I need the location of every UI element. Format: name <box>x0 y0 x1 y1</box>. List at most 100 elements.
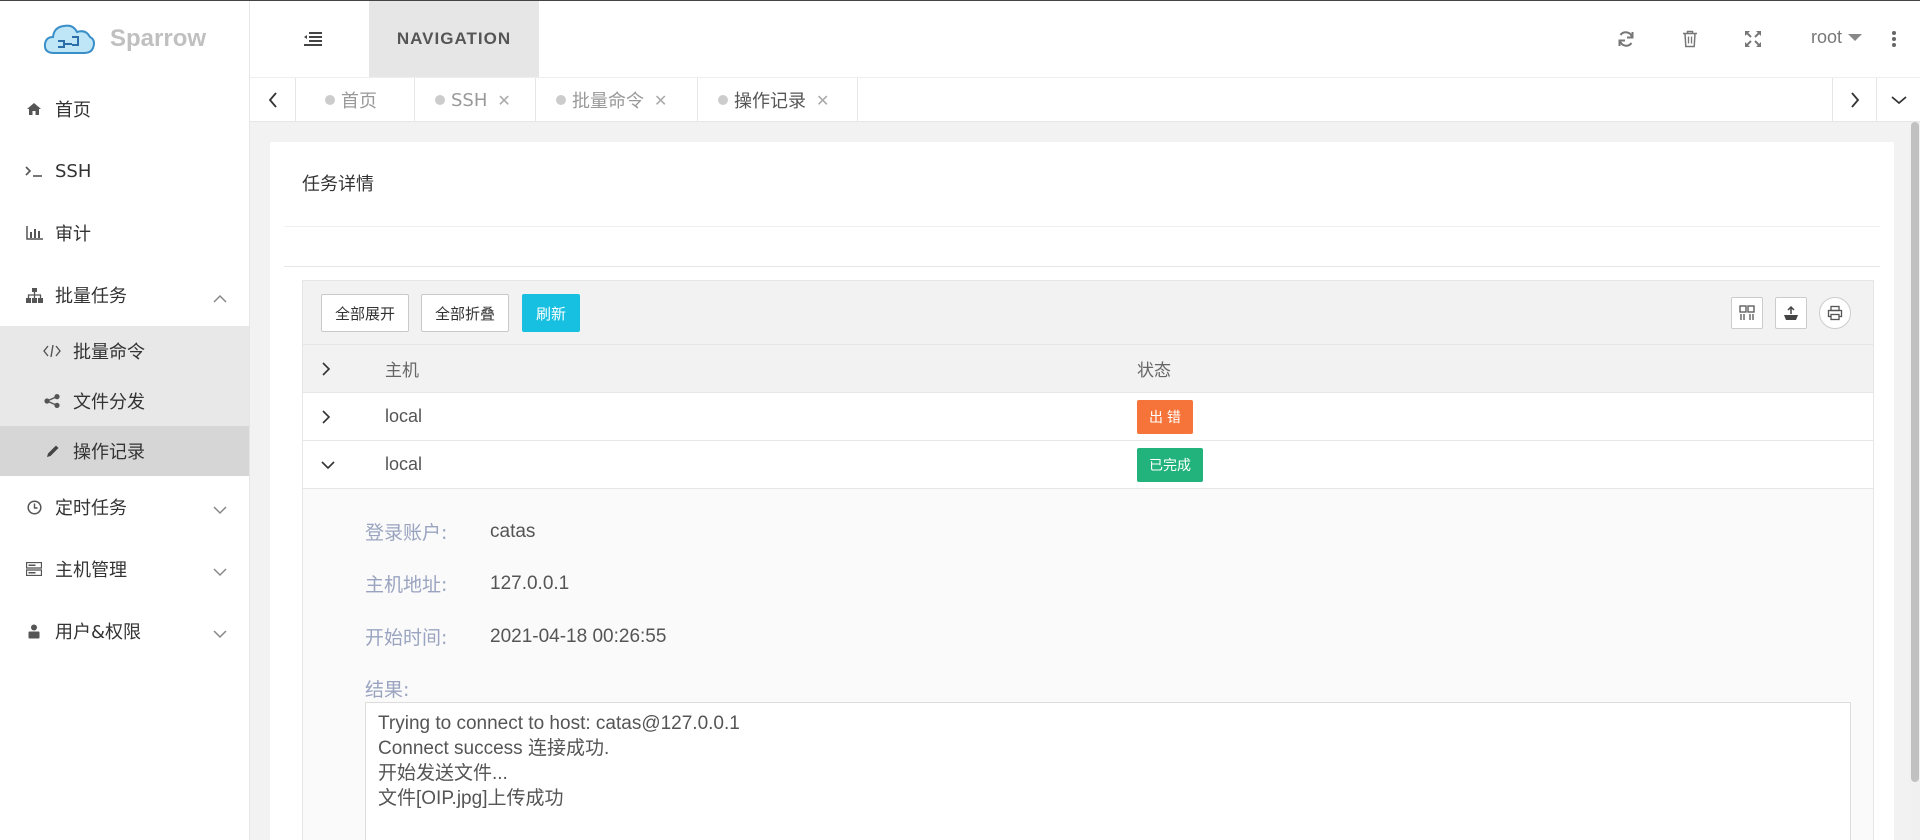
sidebar-item-label: 用户&权限 <box>55 622 142 643</box>
task-table: 全部展开 全部折叠 刷新 主机 状态 local 出 错 local 已完成 登… <box>302 280 1874 840</box>
chevron-up-icon <box>213 287 227 308</box>
tab-batch-command[interactable]: 批量命令 ✕ <box>536 78 698 122</box>
detail-value: 2021-04-18 00:26:55 <box>490 625 667 647</box>
expand-all-button[interactable]: 全部展开 <box>321 294 410 332</box>
tabs-scroll-left-button[interactable] <box>250 78 296 122</box>
close-icon[interactable]: ✕ <box>816 91 829 110</box>
sidebar-item-operation-log[interactable]: 操作记录 <box>0 426 249 476</box>
tab-label: 批量命令 <box>572 91 644 112</box>
tabs-scroll-right-button[interactable] <box>1832 78 1876 122</box>
more-vertical-icon[interactable] <box>1882 27 1906 51</box>
clock-icon <box>24 499 44 515</box>
collapse-all-button[interactable]: 全部折叠 <box>421 294 510 332</box>
status-badge: 已完成 <box>1137 447 1203 482</box>
sitemap-icon <box>24 287 44 303</box>
chevron-right-icon <box>1850 92 1859 108</box>
chevron-down-icon <box>213 499 227 520</box>
status-cell: 出 错 <box>1137 393 1193 440</box>
chevron-down-icon <box>213 623 227 644</box>
export-icon[interactable] <box>1775 297 1807 329</box>
home-icon <box>24 102 44 116</box>
status-cell: 已完成 <box>1137 441 1203 488</box>
collapse-row-icon[interactable] <box>321 441 335 488</box>
close-icon[interactable]: ✕ <box>654 91 667 110</box>
share-icon <box>42 394 62 408</box>
sidebar-item-label: 首页 <box>55 100 91 121</box>
main-content: 任务详情 全部展开 全部折叠 刷新 主机 状态 local 出 错 local … <box>250 122 1920 840</box>
tab-label: 操作记录 <box>734 91 806 112</box>
column-header-status[interactable]: 状态 <box>1137 345 1171 392</box>
tab-dot-icon <box>435 95 445 105</box>
result-line: Connect success 连接成功. <box>378 738 610 759</box>
table-header: 主机 状态 <box>303 345 1873 393</box>
caret-down-icon <box>1848 34 1863 41</box>
cloud-logo-icon <box>43 24 95 54</box>
chevron-down-icon <box>213 561 227 582</box>
result-line: Trying to connect to host: catas@127.0.0… <box>378 713 740 734</box>
detail-value: 127.0.0.1 <box>490 572 570 594</box>
refresh-icon[interactable] <box>1614 27 1638 51</box>
sidebar-item-batch-tasks[interactable]: 批量任务 <box>0 264 249 326</box>
scrollbar-thumb[interactable] <box>1911 122 1919 782</box>
navigation-tab[interactable]: NAVIGATION <box>369 1 539 77</box>
table-row[interactable]: local 出 错 <box>303 393 1873 441</box>
logo[interactable]: Sparrow <box>0 0 249 78</box>
task-detail-card: 任务详情 全部展开 全部折叠 刷新 主机 状态 local 出 错 local … <box>270 142 1894 840</box>
detail-label: 登录账户: <box>365 522 448 544</box>
sidebar-item-label: 文件分发 <box>73 392 145 413</box>
sidebar: Sparrow 首页 SSH 审计 批量任务 批量命令 文件分发 操作记录 定时… <box>0 0 250 840</box>
print-icon[interactable] <box>1819 297 1851 329</box>
detail-label: 结果: <box>365 679 410 701</box>
batch-tasks-submenu: 批量命令 文件分发 操作记录 <box>0 326 249 476</box>
close-icon[interactable]: ✕ <box>497 91 510 110</box>
sidebar-item-file-distribution[interactable]: 文件分发 <box>0 376 249 426</box>
detail-start-time-row: 开始时间: 2021-04-18 00:26:55 <box>365 623 666 650</box>
user-menu[interactable]: root <box>1811 27 1863 48</box>
result-line: 开始发送文件... <box>378 763 508 784</box>
sidebar-item-audit[interactable]: 审计 <box>0 202 249 264</box>
chevron-right-icon <box>321 345 331 392</box>
sidebar-item-batch-command[interactable]: 批量命令 <box>0 326 249 376</box>
column-header-host[interactable]: 主机 <box>385 345 419 392</box>
tab-home[interactable]: 首页 <box>297 78 415 122</box>
columns-icon[interactable] <box>1731 297 1763 329</box>
detail-label: 主机地址: <box>365 574 448 596</box>
tab-operation-log[interactable]: 操作记录 ✕ <box>698 78 858 122</box>
tab-label: SSH <box>451 89 488 111</box>
app-name: Sparrow <box>110 25 207 52</box>
tab-label: 首页 <box>341 91 377 112</box>
sidebar-item-label: 审计 <box>55 224 91 245</box>
status-badge: 出 错 <box>1137 399 1193 434</box>
sidebar-item-ssh[interactable]: SSH <box>0 140 249 202</box>
sidebar-item-host-management[interactable]: 主机管理 <box>0 538 249 600</box>
result-output[interactable]: Trying to connect to host: catas@127.0.0… <box>365 702 1851 840</box>
fullscreen-icon[interactable] <box>1741 27 1765 51</box>
sidebar-toggle-icon[interactable] <box>304 31 322 50</box>
pencil-icon <box>42 444 62 459</box>
host-cell: local <box>385 406 423 426</box>
tab-ssh[interactable]: SSH ✕ <box>415 78 536 122</box>
result-line: 文件[OIP.jpg]上传成功 <box>378 788 564 809</box>
refresh-button[interactable]: 刷新 <box>522 294 581 332</box>
sidebar-item-home[interactable]: 首页 <box>0 78 249 140</box>
tab-dot-icon <box>556 95 566 105</box>
username: root <box>1811 27 1843 47</box>
table-row[interactable]: local 已完成 <box>303 441 1873 489</box>
tabs-menu-button[interactable] <box>1876 78 1920 122</box>
tab-dot-icon <box>718 95 728 105</box>
top-header: NAVIGATION root <box>250 1 1920 77</box>
sidebar-item-scheduled-tasks[interactable]: 定时任务 <box>0 476 249 538</box>
divider <box>284 226 1880 227</box>
divider <box>284 266 1880 267</box>
user-lock-icon <box>24 624 44 639</box>
expand-row-icon[interactable] <box>321 393 331 440</box>
row-detail-panel: 登录账户: catas 主机地址: 127.0.0.1 开始时间: 2021-0… <box>303 489 1873 840</box>
bar-chart-icon <box>24 226 44 240</box>
sidebar-item-users-permissions[interactable]: 用户&权限 <box>0 600 249 662</box>
trash-icon[interactable] <box>1678 27 1702 51</box>
tab-dot-icon <box>325 95 335 105</box>
scrollbar[interactable] <box>1910 122 1920 840</box>
sidebar-item-label: SSH <box>55 160 92 182</box>
detail-address-row: 主机地址: 127.0.0.1 <box>365 570 569 597</box>
host-cell: local <box>385 454 423 474</box>
